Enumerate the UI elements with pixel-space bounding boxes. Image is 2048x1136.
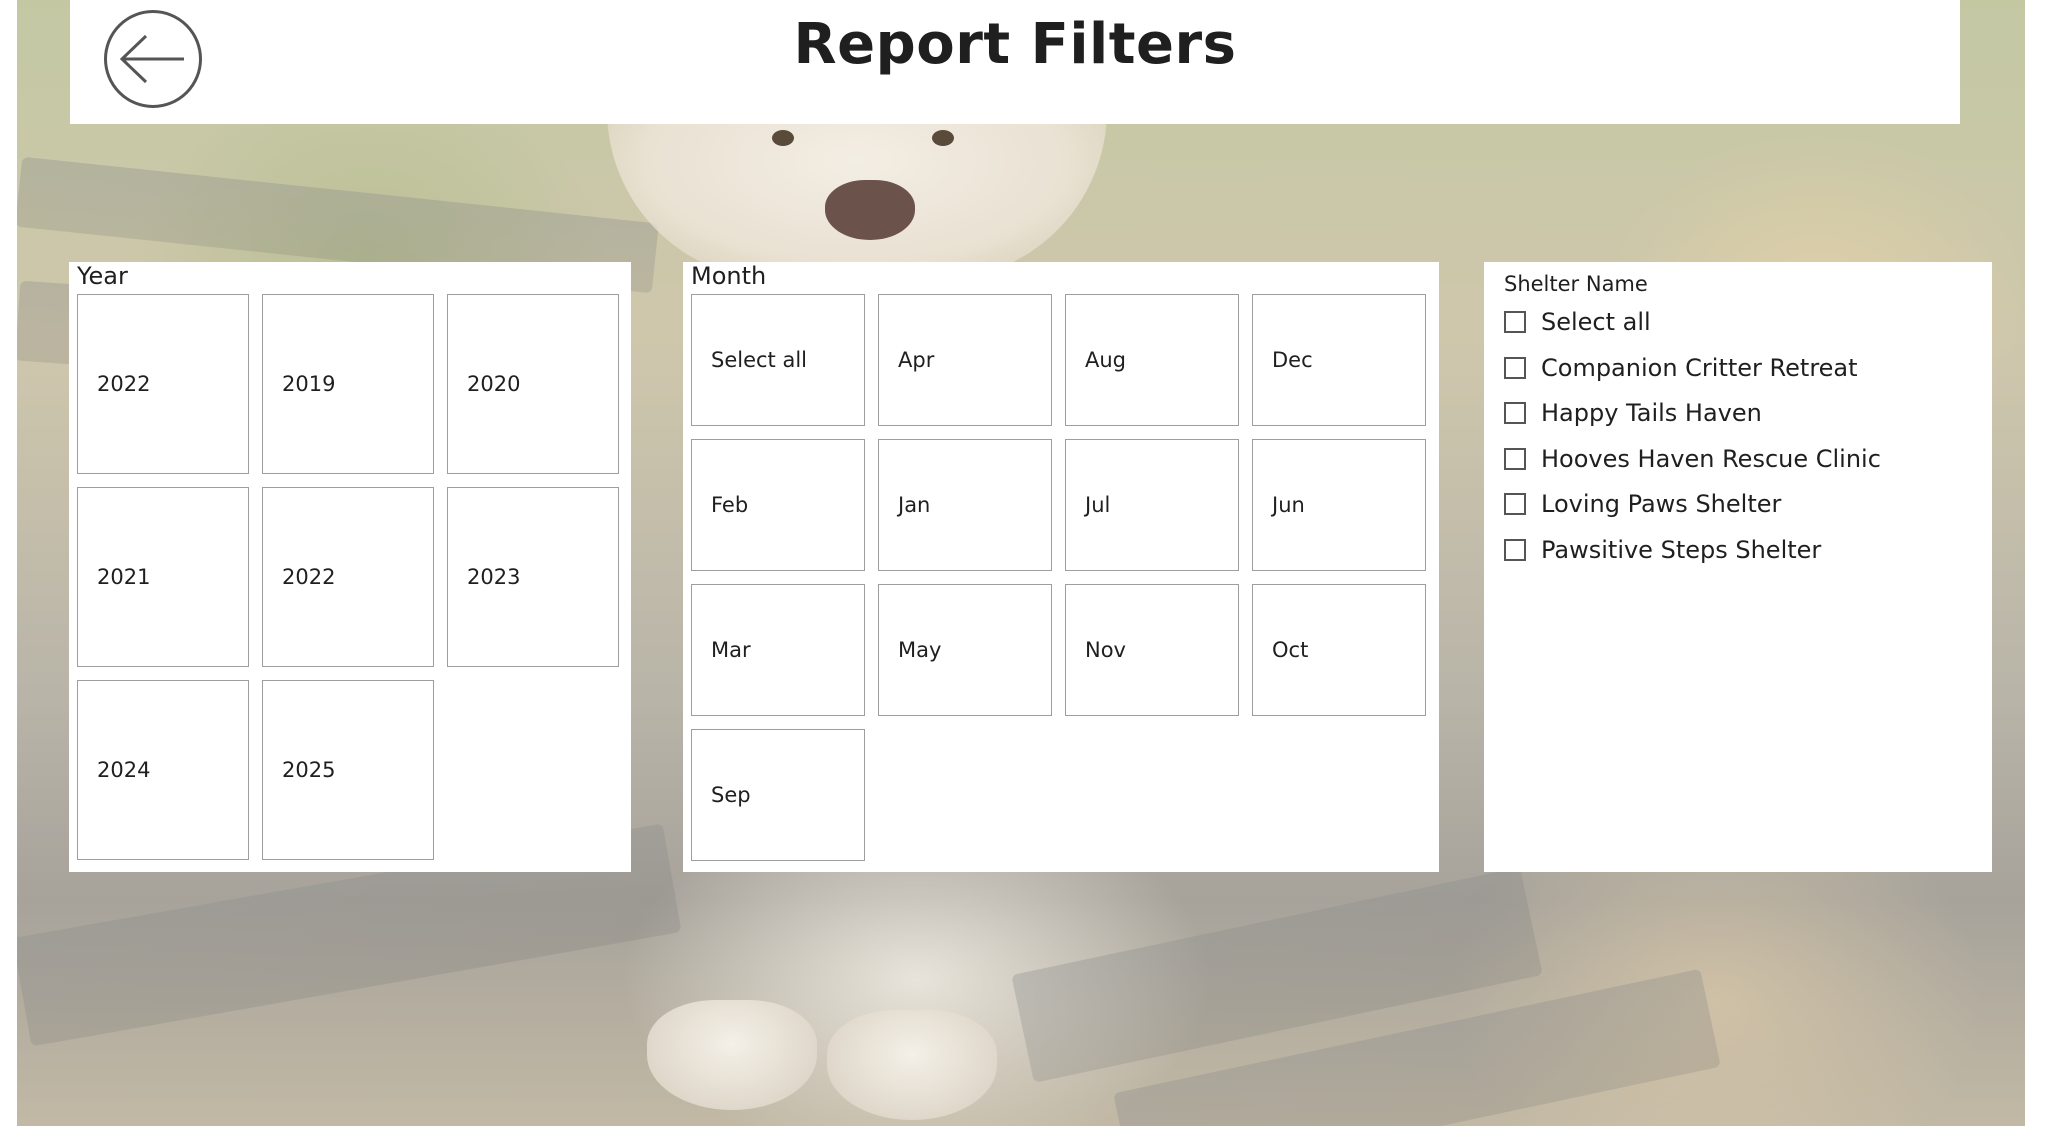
dog-paw — [827, 1010, 997, 1120]
month-tile[interactable]: Select all — [691, 294, 865, 426]
month-tile[interactable]: Nov — [1065, 584, 1239, 716]
month-tile[interactable]: Feb — [691, 439, 865, 571]
year-tile[interactable]: 2023 — [447, 487, 619, 667]
month-tile[interactable]: Jan — [878, 439, 1052, 571]
year-tile[interactable]: 2024 — [77, 680, 249, 860]
shelter-slicer: Shelter Name Select all Companion Critte… — [1484, 262, 1992, 872]
month-slicer: Month Select all Apr Aug Dec Feb Jan Jul… — [683, 262, 1439, 872]
shelter-option-select-all[interactable]: Select all — [1504, 304, 1651, 340]
shelter-option-label: Companion Critter Retreat — [1541, 354, 1858, 382]
dog-eye — [772, 130, 794, 146]
shelter-option-label: Hooves Haven Rescue Clinic — [1541, 445, 1881, 473]
header-bar: Report Filters — [70, 0, 1960, 124]
year-tile[interactable]: 2021 — [77, 487, 249, 667]
month-tile[interactable]: Jun — [1252, 439, 1426, 571]
year-tile[interactable]: 2020 — [447, 294, 619, 474]
month-tile[interactable]: Mar — [691, 584, 865, 716]
shelter-option[interactable]: Pawsitive Steps Shelter — [1504, 532, 1821, 568]
shelter-option-label: Select all — [1541, 308, 1651, 336]
checkbox-icon[interactable] — [1504, 357, 1526, 379]
month-tile[interactable]: Apr — [878, 294, 1052, 426]
shelter-option-label: Happy Tails Haven — [1541, 399, 1762, 427]
checkbox-icon[interactable] — [1504, 539, 1526, 561]
dog-nose — [825, 180, 915, 240]
month-tile[interactable]: Jul — [1065, 439, 1239, 571]
year-tile[interactable]: 2019 — [262, 294, 434, 474]
month-slicer-title: Month — [691, 262, 767, 290]
year-slicer-title: Year — [77, 262, 128, 290]
month-tile[interactable]: Oct — [1252, 584, 1426, 716]
year-tile[interactable]: 2022 — [77, 294, 249, 474]
year-slicer: Year 2022 2019 2020 2021 2022 2023 2024 … — [69, 262, 631, 872]
shelter-option[interactable]: Happy Tails Haven — [1504, 395, 1762, 431]
dog-paw — [647, 1000, 817, 1110]
shelter-option-label: Loving Paws Shelter — [1541, 490, 1782, 518]
year-tile[interactable]: 2022 — [262, 487, 434, 667]
shelter-option[interactable]: Hooves Haven Rescue Clinic — [1504, 441, 1881, 477]
checkbox-icon[interactable] — [1504, 448, 1526, 470]
checkbox-icon[interactable] — [1504, 311, 1526, 333]
checkbox-icon[interactable] — [1504, 493, 1526, 515]
report-page: Report Filters Year 2022 2019 2020 2021 … — [0, 0, 2048, 1136]
page-title: Report Filters — [793, 12, 1237, 77]
shelter-option[interactable]: Companion Critter Retreat — [1504, 350, 1858, 386]
shelter-option-label: Pawsitive Steps Shelter — [1541, 536, 1822, 564]
shelter-option[interactable]: Loving Paws Shelter — [1504, 486, 1781, 522]
dog-eye — [932, 130, 954, 146]
month-tile[interactable]: May — [878, 584, 1052, 716]
month-tile[interactable]: Sep — [691, 729, 865, 861]
month-tile[interactable]: Dec — [1252, 294, 1426, 426]
year-tile[interactable]: 2025 — [262, 680, 434, 860]
shelter-slicer-title: Shelter Name — [1504, 272, 1648, 296]
checkbox-icon[interactable] — [1504, 402, 1526, 424]
month-tile[interactable]: Aug — [1065, 294, 1239, 426]
